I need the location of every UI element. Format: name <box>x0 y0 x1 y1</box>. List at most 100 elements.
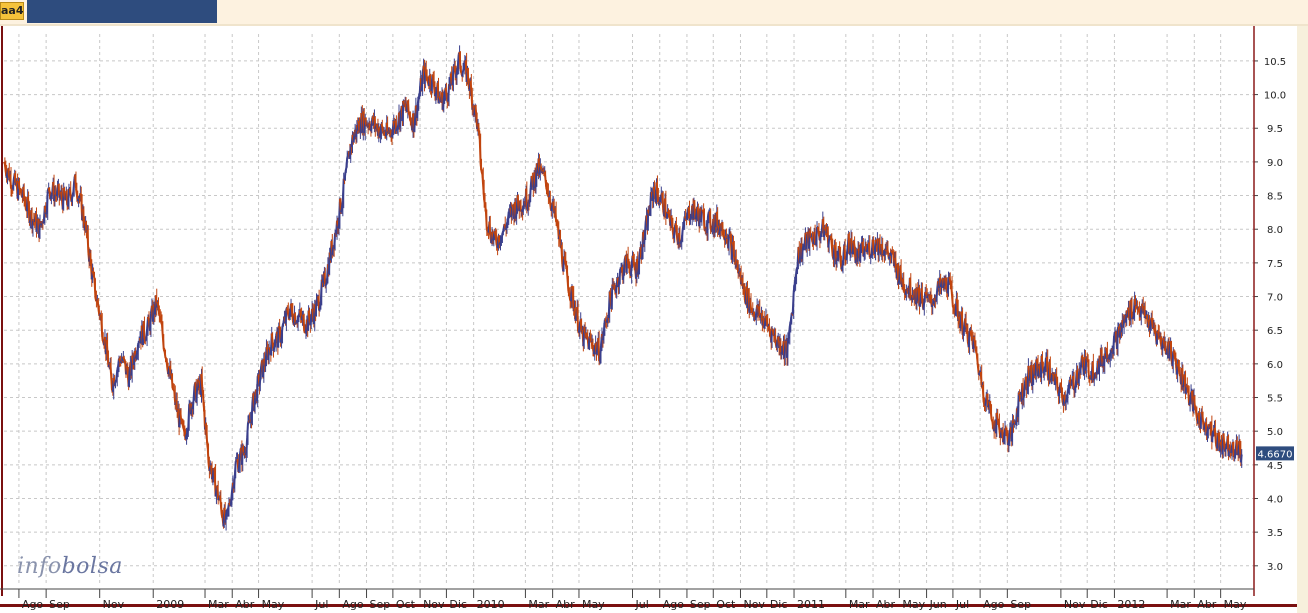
price-point <box>528 195 530 197</box>
x-tick-label: 2011 <box>797 598 825 611</box>
price-point <box>902 282 904 284</box>
y-tick-label: 6.5 <box>1267 326 1283 337</box>
price-point <box>653 188 655 190</box>
y-tick-label: 4.0 <box>1267 494 1283 505</box>
price-point <box>1187 390 1189 392</box>
price-point <box>332 242 334 244</box>
y-tick-label: 9.0 <box>1267 158 1283 169</box>
price-point <box>1206 423 1208 425</box>
x-tick-label: Jul <box>955 598 969 611</box>
price-point <box>75 181 77 183</box>
price-point <box>512 208 514 210</box>
x-tick-label: Ago <box>342 598 364 611</box>
price-point <box>235 464 237 466</box>
price-point <box>911 289 913 291</box>
y-tick-label: 9.5 <box>1267 124 1283 135</box>
price-point <box>84 221 86 223</box>
x-tick-label: May <box>902 598 925 611</box>
price-point <box>93 282 95 284</box>
chart-grid <box>4 34 1254 586</box>
price-point <box>1036 370 1038 372</box>
price-point <box>315 309 317 311</box>
price-point <box>805 242 807 244</box>
price-point <box>66 201 68 203</box>
price-point <box>833 248 835 250</box>
price-point <box>102 329 104 331</box>
price-point <box>680 235 682 237</box>
x-tick-label: Abr <box>1197 598 1217 611</box>
price-point <box>1197 417 1199 419</box>
y-tick-label: 7.5 <box>1267 259 1283 270</box>
price-point <box>991 417 993 419</box>
watermark-part1: info <box>17 554 62 579</box>
x-tick-label: Dic <box>770 598 788 611</box>
x-tick-label: Sep <box>690 598 711 611</box>
price-point <box>165 349 167 351</box>
price-point <box>919 296 921 298</box>
price-point <box>21 195 23 197</box>
x-tick-label: May <box>582 598 605 611</box>
price-point <box>431 80 433 82</box>
price-point <box>216 491 218 493</box>
price-point <box>1054 383 1056 385</box>
price-point <box>1126 316 1128 318</box>
price-point <box>111 383 113 385</box>
x-tick-label: Ago <box>983 598 1005 611</box>
price-point <box>1144 316 1146 318</box>
price-point <box>1178 370 1180 372</box>
price-point <box>503 228 505 230</box>
price-point <box>698 215 700 217</box>
price-point <box>449 87 451 89</box>
y-tick-label: 4.5 <box>1267 461 1283 472</box>
price-point <box>1090 370 1092 372</box>
chart-axes <box>0 26 1297 607</box>
y-tick-label: 6.0 <box>1267 360 1283 371</box>
price-point <box>288 309 290 311</box>
price-point <box>137 336 139 338</box>
price-point <box>1063 397 1065 399</box>
price-point <box>192 397 194 399</box>
price-point <box>857 255 859 257</box>
price-point <box>581 336 583 338</box>
x-tick-label: Abr <box>235 598 255 611</box>
price-point <box>1072 383 1074 385</box>
price-point <box>494 242 496 244</box>
price-point <box>662 201 664 203</box>
chart-tab[interactable]: aa4 <box>0 2 24 20</box>
y-tick-label: 3.0 <box>1267 562 1283 573</box>
x-tick-label: Ago <box>22 598 44 611</box>
price-point <box>476 121 478 123</box>
price-series <box>3 45 1243 531</box>
x-tick-label: Oct <box>716 598 736 611</box>
price-chart[interactable]: 3.0 3.5 4.0 4.5 5.0 5.5 6.0 6.5 7.0 7.5 8.0 8.5 9.0 9… <box>0 26 1297 613</box>
x-tick-label: Jul <box>635 598 649 611</box>
price-point <box>1027 376 1029 378</box>
price-point <box>413 121 415 123</box>
price-point <box>57 195 59 197</box>
price-point <box>671 228 673 230</box>
price-point <box>689 208 691 210</box>
price-point <box>359 121 361 123</box>
price-point <box>617 275 619 277</box>
price-point <box>797 255 799 257</box>
price-point <box>609 302 611 304</box>
x-tick-label: 2010 <box>477 598 505 611</box>
x-tick-label: Oct <box>396 598 416 611</box>
x-tick-label: Sep <box>1010 598 1031 611</box>
price-point <box>30 215 32 217</box>
price-point <box>297 316 299 318</box>
price-point <box>876 242 878 244</box>
price-point <box>787 349 789 351</box>
price-point <box>599 349 601 351</box>
price-point <box>351 141 353 143</box>
price-point <box>1107 349 1109 351</box>
y-tick-label: 8.0 <box>1267 225 1283 236</box>
price-point <box>252 403 254 405</box>
y-tick-label: 8.5 <box>1267 192 1283 203</box>
price-point <box>1223 444 1225 446</box>
price-point <box>725 228 727 230</box>
price-point <box>378 127 380 129</box>
x-tick-label: Dic <box>1090 598 1108 611</box>
y-tick-label: 5.0 <box>1267 427 1283 438</box>
price-point <box>3 161 5 163</box>
